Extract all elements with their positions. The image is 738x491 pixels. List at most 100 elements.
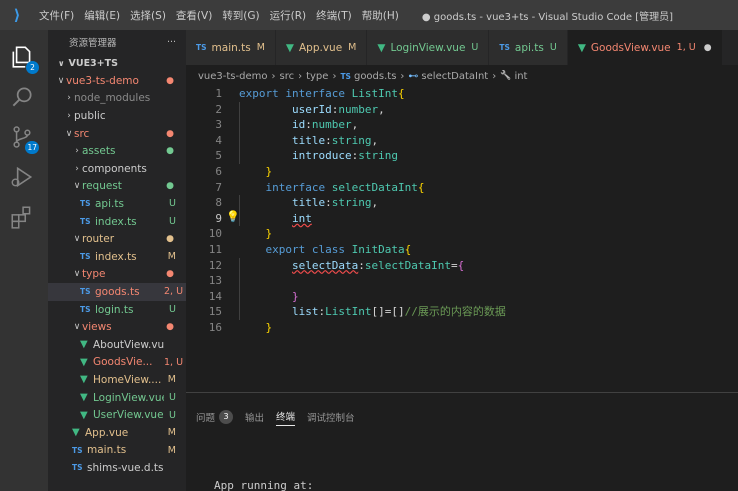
lightbulb-icon[interactable]: 💡: [226, 210, 240, 223]
menu-view[interactable]: 查看(V): [171, 8, 217, 23]
explorer-title: 资源管理器: [69, 38, 117, 49]
code-line[interactable]: }: [239, 164, 273, 180]
menu-go[interactable]: 转到(G): [217, 8, 264, 23]
git-status-badge: M: [167, 374, 176, 386]
breadcrumb-src[interactable]: src: [279, 71, 294, 82]
code-line[interactable]: title:string,: [239, 195, 378, 211]
breadcrumb-file[interactable]: goods.ts: [354, 71, 396, 82]
code-line[interactable]: userId:number,: [239, 102, 385, 118]
tree-item[interactable]: TS goods.ts 2, U: [48, 283, 186, 301]
editor-tab[interactable]: ▼ LoginView.vue U: [367, 30, 490, 65]
code-line[interactable]: }: [239, 320, 273, 336]
code-line[interactable]: int: [239, 211, 312, 227]
project-root[interactable]: ∨ VUE3+TS: [48, 54, 186, 72]
tree-item[interactable]: ∨ vue3-ts-demo ●: [48, 72, 186, 90]
code-line[interactable]: export class InitData{: [239, 242, 412, 258]
source-control-icon[interactable]: 17: [9, 124, 39, 154]
tab-terminal[interactable]: 终端: [276, 409, 296, 426]
more-actions-icon[interactable]: ···: [167, 37, 176, 48]
ts-file-icon: TS: [72, 445, 83, 455]
git-status-badge: U: [169, 409, 176, 421]
editor-tab[interactable]: ▼ App.vue M: [275, 30, 368, 65]
git-status-badge: ●: [166, 322, 174, 333]
menu-help[interactable]: 帮助(H): [357, 8, 404, 23]
tree-item[interactable]: ∨ src ●: [48, 125, 186, 143]
ts-file-icon: TS: [80, 199, 91, 209]
code-line[interactable]: }: [239, 289, 299, 305]
vue-file-icon: ▼: [72, 427, 80, 439]
breadcrumb-property[interactable]: int: [514, 71, 527, 82]
code-editor[interactable]: 💡 1 export interface ListInt{2 userId:num…: [186, 86, 738, 386]
menu-terminal[interactable]: 终端(T): [311, 8, 357, 23]
git-status-badge: U: [169, 304, 176, 316]
menu-run[interactable]: 运行(R): [265, 8, 312, 23]
tree-item[interactable]: › public: [48, 107, 186, 125]
line-number: 9: [215, 211, 222, 225]
tree-item[interactable]: TS index.ts M: [48, 248, 186, 266]
menu-file[interactable]: 文件(F): [34, 8, 79, 23]
tree-item[interactable]: ▼ GoodsVie... 1, U: [48, 354, 186, 372]
tree-item[interactable]: ▼ App.vue M: [48, 424, 186, 442]
code-line[interactable]: export interface ListInt{: [239, 86, 405, 102]
tree-item[interactable]: TS login.ts U: [48, 301, 186, 319]
tab-status: U: [549, 42, 557, 53]
line-number: 8: [215, 196, 222, 210]
menu-edit[interactable]: 编辑(E): [79, 8, 125, 23]
tree-item[interactable]: ∨ views ●: [48, 318, 186, 336]
line-number: 2: [215, 102, 222, 116]
tree-item[interactable]: TS api.ts U: [48, 195, 186, 213]
git-status-badge: ●: [166, 128, 174, 139]
search-icon[interactable]: [9, 84, 39, 114]
vue-file-icon: ▼: [80, 339, 88, 351]
code-line[interactable]: selectData:selectDataInt={: [239, 258, 464, 274]
run-debug-icon[interactable]: [9, 164, 39, 194]
tree-item[interactable]: ▼ HomeView.... M: [48, 371, 186, 389]
editor-tab[interactable]: ▼ GoodsView.vue 1, U ●: [567, 30, 723, 65]
code-line[interactable]: list:ListInt[]=[]//展示的内容的数据: [239, 304, 506, 320]
tab-debug-console[interactable]: 调试控制台: [307, 410, 355, 424]
editor-tab[interactable]: TS main.ts M: [186, 30, 276, 65]
editor-tab[interactable]: TS api.ts U: [489, 30, 568, 65]
tree-item[interactable]: ∨ type ●: [48, 266, 186, 284]
tab-label: main.ts: [211, 41, 251, 54]
vue-file-icon: ▼: [80, 409, 88, 421]
tree-item[interactable]: ▼ LoginView.vue U: [48, 389, 186, 407]
tree-item[interactable]: TS shims-vue.d.ts: [48, 459, 186, 477]
tab-label: api.ts: [514, 41, 544, 54]
unsaved-dot-icon[interactable]: ●: [704, 43, 712, 53]
explorer-icon[interactable]: 2: [9, 44, 39, 74]
extensions-icon[interactable]: [9, 204, 39, 234]
breadcrumb-type[interactable]: type: [306, 71, 328, 82]
tree-item[interactable]: › components: [48, 160, 186, 178]
code-line[interactable]: interface selectDataInt{: [239, 180, 425, 196]
tree-item[interactable]: ∨ request ●: [48, 178, 186, 196]
tree-item[interactable]: › assets ●: [48, 142, 186, 160]
vue-file-icon: ▼: [285, 41, 294, 54]
tab-label: LoginView.vue: [390, 41, 466, 54]
tree-item[interactable]: ∨ router ●: [48, 230, 186, 248]
chevron-down-icon: ∨: [73, 322, 81, 333]
tree-item[interactable]: › node_modules: [48, 90, 186, 108]
tree-item[interactable]: ▼ AboutView.vue: [48, 336, 186, 354]
tab-problems[interactable]: 问题 3: [196, 410, 234, 424]
tree-item[interactable]: TS main.ts M: [48, 442, 186, 460]
ts-file-icon: TS: [80, 252, 91, 262]
tree-item[interactable]: ▼ UserView.vue U: [48, 406, 186, 424]
terminal-output[interactable]: App running at:: [214, 479, 313, 491]
tree-item-label: goods.ts: [95, 285, 140, 298]
code-line[interactable]: }: [239, 226, 273, 242]
code-line[interactable]: id:number,: [239, 117, 358, 133]
tree-item-label: main.ts: [87, 444, 127, 457]
tree-item-label: api.ts: [95, 197, 124, 210]
tree-item-label: HomeView....: [93, 373, 162, 386]
menu-selection[interactable]: 选择(S): [125, 8, 171, 23]
breadcrumb: vue3-ts-demo › src › type › TS goods.ts › ⊷ se…: [198, 70, 528, 82]
breadcrumb-root[interactable]: vue3-ts-demo: [198, 71, 267, 82]
breadcrumb-interface[interactable]: selectDataInt: [421, 71, 488, 82]
code-line[interactable]: title:string,: [239, 133, 378, 149]
tab-output[interactable]: 输出: [245, 410, 264, 424]
tree-item[interactable]: TS index.ts U: [48, 213, 186, 231]
activity-bar: 2 17: [0, 30, 48, 491]
code-line[interactable]: introduce:string: [239, 148, 398, 164]
line-number: 16: [208, 321, 222, 334]
